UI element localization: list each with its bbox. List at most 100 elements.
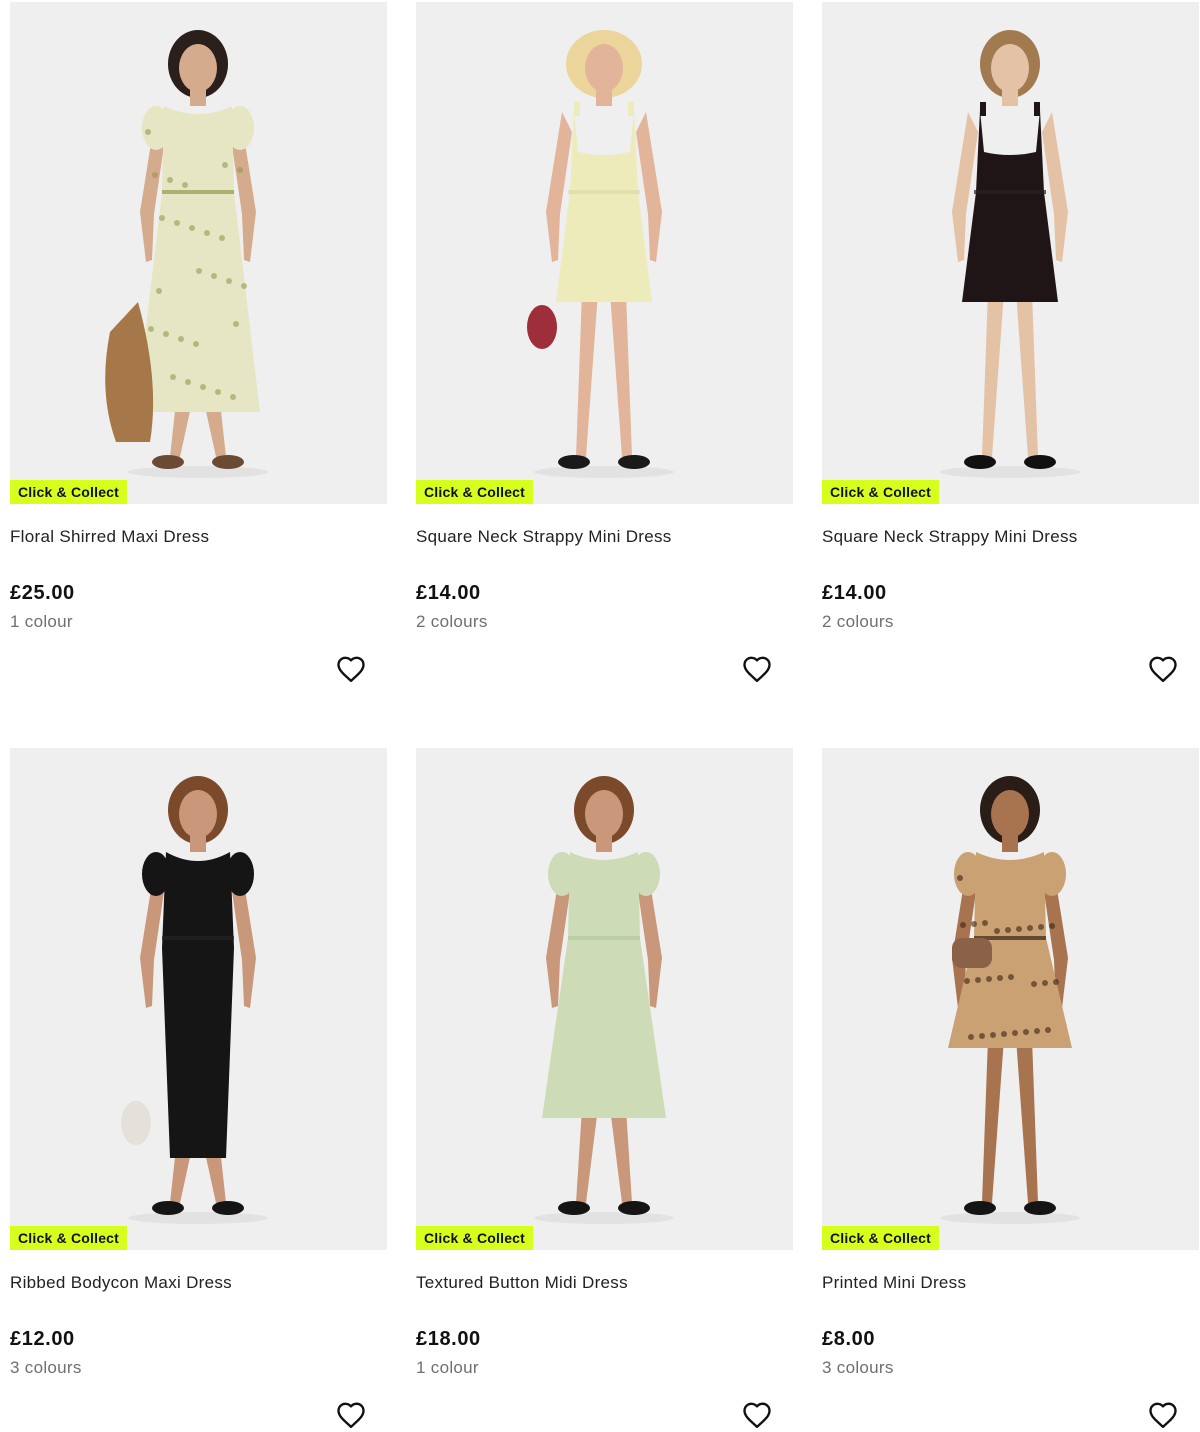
click-collect-badge: Click & Collect [416,1226,534,1250]
click-collect-badge: Click & Collect [10,1226,128,1250]
wishlist-button[interactable] [742,1400,772,1430]
dress-print-dot [156,288,162,294]
dress-print-dot [964,978,970,984]
dress-print-dot [204,230,210,236]
product-colours: 1 colour [416,1358,479,1377]
model-leg-left [576,1108,598,1203]
dress-sleeve-right [226,852,254,896]
wishlist-button[interactable] [1148,1400,1178,1430]
dress-strap-left [574,102,580,116]
wishlist-button[interactable] [336,1400,366,1430]
model-shoe-right [1024,455,1056,469]
model-face [585,790,623,838]
dress-print-dot [200,384,206,390]
product-colours: 3 colours [10,1358,82,1377]
floor-shadow [128,466,268,478]
model-leg-right [1016,1038,1038,1203]
dress-strap-right [628,102,634,116]
dress-print-dot [986,976,992,982]
product-name[interactable]: Floral Shirred Maxi Dress [10,527,387,547]
wishlist-button[interactable] [1148,654,1178,684]
product-image[interactable]: Click & Collect [822,2,1199,504]
dress-print-dot [1027,925,1033,931]
dress-print-dot [1001,1031,1007,1037]
product-name[interactable]: Square Neck Strappy Mini Dress [416,527,793,547]
dress-sleeve-right [226,106,254,150]
dress-waist-seam [162,936,234,940]
dress-sleeve-left [954,852,982,896]
dress-print-dot [182,182,188,188]
dress-waist-seam [162,190,234,194]
dress-print-dot [968,1034,974,1040]
dress-waist-seam [568,936,640,940]
product-price: £14.00 [416,582,481,604]
dress-waist-seam [568,190,640,194]
dress-sleeve-left [142,106,170,150]
wishlist-button[interactable] [742,654,772,684]
dress-print-dot [145,129,151,135]
click-collect-badge: Click & Collect [822,480,940,504]
product-name[interactable]: Printed Mini Dress [822,1273,1199,1293]
heart-outline-icon [1149,656,1177,683]
model-face [179,790,217,838]
product-colours: 3 colours [822,1358,894,1377]
product-image[interactable]: Click & Collect [416,748,793,1250]
product-image[interactable]: Click & Collect [10,2,387,504]
model-leg-right [610,292,632,457]
model-photo [527,30,674,478]
heart-outline-icon [743,1402,771,1429]
dress-print-dot [148,326,154,332]
dress-print-dot [1023,1029,1029,1035]
wishlist-button[interactable] [336,654,366,684]
model-leg-right [1016,292,1038,457]
dress-sleeve-left [142,852,170,896]
floor-shadow [128,1212,268,1224]
product-price: £18.00 [416,1328,481,1350]
product-image[interactable]: Click & Collect [822,748,1199,1250]
dress-print-dot [971,921,977,927]
dress-print-dot [1031,981,1037,987]
product-image[interactable]: Click & Collect [416,2,793,504]
dress-print-dot [1012,1030,1018,1036]
dress-print-dot [226,278,232,284]
heart-outline-icon [337,1402,365,1429]
floor-shadow [940,1212,1080,1224]
dress-print-dot [1045,1027,1051,1033]
dress-print-dot [1042,980,1048,986]
dress-strap-left [980,102,986,116]
click-collect-badge: Click & Collect [10,480,128,504]
dress-print-dot [1005,927,1011,933]
dress-print-dot [237,167,243,173]
dress-print-dot [222,162,228,168]
dress-print-dot [170,374,176,380]
model-shoe-left [964,1201,996,1215]
dress-print-dot [241,283,247,289]
dress-print-dot [193,341,199,347]
product-name[interactable]: Ribbed Bodycon Maxi Dress [10,1273,387,1293]
heart-outline-icon [337,656,365,683]
dress-waist-seam [974,190,1046,194]
dress-print-dot [975,977,981,983]
product-colours: 1 colour [10,612,73,631]
dress-sleeve-left [548,852,576,896]
model-leg-right [610,1108,632,1203]
dress-print-dot [219,235,225,241]
dress-print-dot [1016,926,1022,932]
dress-print-dot [189,225,195,231]
dress-print-dot [979,1033,985,1039]
dress-print-dot [152,172,158,178]
model-shoe-right [618,455,650,469]
dress-strap-right [1034,102,1040,116]
model-bag [952,938,992,968]
model-shoe-left [558,1201,590,1215]
dress-print-dot [994,928,1000,934]
product-name[interactable]: Square Neck Strappy Mini Dress [822,527,1199,547]
product-image[interactable]: Click & Collect [10,748,387,1250]
model-shoe-left [152,455,184,469]
dress-print-dot [163,331,169,337]
dress-print-dot [167,177,173,183]
product-name[interactable]: Textured Button Midi Dress [416,1273,793,1293]
dress-print-dot [997,975,1003,981]
model-face [585,44,623,92]
product-colours: 2 colours [822,612,894,631]
